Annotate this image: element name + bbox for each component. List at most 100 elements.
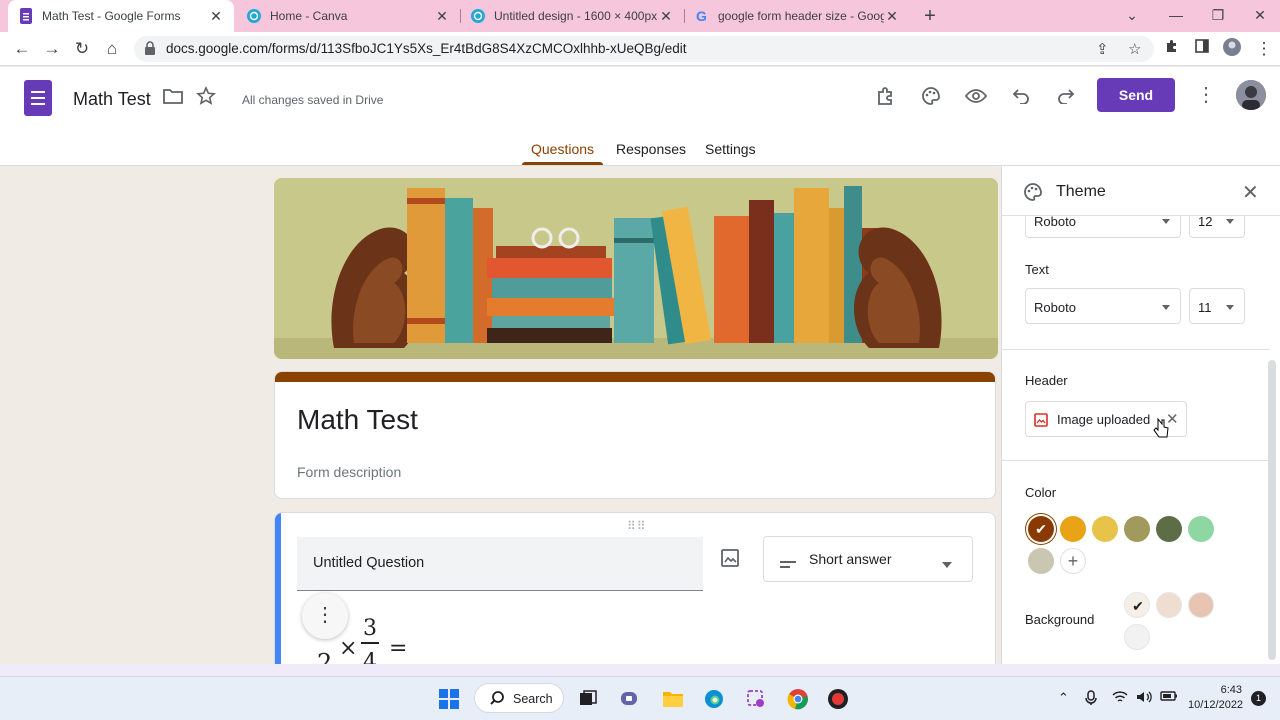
header-font-value: Roboto xyxy=(1034,214,1076,229)
forms-header: Math Test All changes saved in Drive Sen… xyxy=(0,67,1280,166)
color-swatch[interactable] xyxy=(1028,548,1054,574)
tab-title: Home - Canva xyxy=(270,9,348,23)
color-section-label: Color xyxy=(1025,485,1057,500)
tab-close-icon[interactable]: ✕ xyxy=(434,8,450,25)
forward-arrow-icon[interactable]: → xyxy=(40,37,64,61)
omnibox[interactable]: docs.google.com/forms/d/113SfboJC1Ys5Xs_… xyxy=(134,36,1154,62)
text-style-label: Text xyxy=(1025,262,1049,277)
background-swatch[interactable] xyxy=(1188,592,1214,618)
background-swatch[interactable]: ✔ xyxy=(1124,592,1150,618)
header-image-chip-label: Image uploaded xyxy=(1057,412,1151,427)
color-swatch[interactable] xyxy=(1188,516,1214,542)
question-type-label: Short answer xyxy=(809,551,892,567)
browser-profile-avatar[interactable] xyxy=(1220,37,1244,61)
file-explorer-icon[interactable] xyxy=(661,687,685,711)
share-icon[interactable]: ⇪ xyxy=(1096,40,1109,58)
clock-date: 10/12/2022 xyxy=(1188,699,1244,711)
customize-theme-palette-icon[interactable] xyxy=(919,84,943,108)
bookmark-star-icon[interactable]: ☆ xyxy=(1128,40,1141,58)
restore-button[interactable]: ❐ xyxy=(1198,0,1238,32)
tab-math-test-forms[interactable]: Math Test - Google Forms ✕ xyxy=(8,0,234,32)
star-icon[interactable] xyxy=(194,84,218,108)
form-editor-canvas: Math Test Form description ⠿⠿ Untitled Q… xyxy=(0,166,1001,664)
notification-count-badge[interactable]: 1 xyxy=(1251,691,1266,706)
undo-icon[interactable] xyxy=(1009,84,1033,108)
google-forms-logo-icon[interactable] xyxy=(24,80,52,116)
selected-check-icon: ✔ xyxy=(1035,521,1047,537)
header-image[interactable] xyxy=(274,178,998,359)
avatar[interactable] xyxy=(1236,80,1266,110)
document-title[interactable]: Math Test xyxy=(73,89,151,110)
preview-eye-icon[interactable] xyxy=(964,84,988,108)
selected-check-icon: ✔ xyxy=(1132,598,1144,614)
volume-icon[interactable] xyxy=(1136,690,1152,707)
tab-responses[interactable]: Responses xyxy=(616,141,686,157)
question-title-field[interactable]: Untitled Question xyxy=(297,537,703,591)
send-button[interactable]: Send xyxy=(1097,78,1175,112)
close-theme-panel-icon[interactable]: ✕ xyxy=(1242,180,1259,205)
image-icon xyxy=(1034,413,1048,432)
theme-panel-scrollbar[interactable] xyxy=(1268,360,1276,660)
background-swatch[interactable] xyxy=(1124,624,1150,650)
color-swatch[interactable]: ✔ xyxy=(1028,516,1054,542)
taskbar-search[interactable]: Search xyxy=(474,683,564,713)
tab-canva-home[interactable]: Home - Canva ✕ xyxy=(236,0,460,32)
redo-icon[interactable] xyxy=(1054,84,1078,108)
drag-handle-icon[interactable]: ⠿⠿ xyxy=(627,519,647,533)
screen-recorder-icon[interactable] xyxy=(826,687,850,711)
browser-menu-icon[interactable]: ⋮ xyxy=(1252,37,1276,61)
windows-start-icon[interactable] xyxy=(437,687,461,711)
question-type-dropdown[interactable]: Short answer xyxy=(763,536,973,582)
move-folder-icon[interactable] xyxy=(161,84,185,108)
math-equals: = xyxy=(389,636,407,661)
microphone-icon[interactable] xyxy=(1085,690,1097,709)
close-window-button[interactable]: ✕ xyxy=(1240,0,1280,32)
chrome-browser-icon[interactable] xyxy=(786,687,810,711)
wifi-icon[interactable] xyxy=(1112,690,1128,707)
add-custom-color-button[interactable]: + xyxy=(1060,548,1086,574)
show-hidden-icons-chevron-icon[interactable]: ⌃ xyxy=(1058,690,1069,706)
color-swatch[interactable] xyxy=(1124,516,1150,542)
theme-accent-bar xyxy=(275,372,995,382)
teams-chat-icon[interactable] xyxy=(619,687,643,711)
question-card[interactable]: ⠿⠿ Untitled Question Short answer 2 × 3 … xyxy=(274,512,996,664)
color-swatch[interactable] xyxy=(1092,516,1118,542)
color-swatch[interactable] xyxy=(1060,516,1086,542)
text-font-select[interactable]: Roboto xyxy=(1025,288,1181,324)
tab-close-icon[interactable]: ✕ xyxy=(884,8,900,25)
tab-settings[interactable]: Settings xyxy=(705,141,756,157)
edge-browser-icon[interactable] xyxy=(702,687,726,711)
battery-icon[interactable] xyxy=(1160,690,1178,705)
active-tab-indicator xyxy=(522,162,603,165)
task-view-icon[interactable] xyxy=(576,687,600,711)
text-size-select[interactable]: 11 xyxy=(1189,288,1245,324)
save-status: All changes saved in Drive xyxy=(242,93,384,107)
tab-google-search[interactable]: G google form header size - Googl ✕ xyxy=(684,0,910,32)
addons-puzzle-icon[interactable] xyxy=(874,84,898,108)
system-clock[interactable]: 6:43 10/12/2022 xyxy=(1188,683,1244,713)
active-question-indicator xyxy=(275,513,281,664)
background-swatch[interactable] xyxy=(1156,592,1182,618)
form-title-input[interactable]: Math Test xyxy=(297,404,418,436)
color-swatch[interactable] xyxy=(1156,516,1182,542)
tab-search-chevron-icon[interactable]: ⌄ xyxy=(1112,0,1152,32)
back-arrow-icon[interactable]: ← xyxy=(10,37,34,61)
more-options-icon[interactable]: ⋮ xyxy=(1196,84,1216,108)
tab-close-icon[interactable]: ✕ xyxy=(208,8,224,25)
snipping-tool-icon[interactable] xyxy=(744,687,768,711)
add-image-icon[interactable] xyxy=(721,549,739,572)
math-operator: × xyxy=(339,636,357,661)
more-vert-fab-icon[interactable]: ⋮ xyxy=(302,593,348,639)
side-panel-icon[interactable] xyxy=(1190,37,1214,61)
tab-close-icon[interactable]: ✕ xyxy=(658,8,674,25)
reload-icon[interactable]: ↻ xyxy=(70,37,94,61)
dropdown-arrow-icon xyxy=(942,555,952,573)
extensions-puzzle-icon[interactable] xyxy=(1160,37,1184,61)
new-tab-button[interactable]: + xyxy=(918,4,942,28)
minimize-button[interactable]: — xyxy=(1156,0,1196,32)
form-title-card: Math Test Form description xyxy=(274,371,996,499)
form-description-input[interactable]: Form description xyxy=(297,464,401,480)
tab-untitled-design[interactable]: Untitled design - 1600 × 400px ✕ xyxy=(460,0,684,32)
home-icon[interactable]: ⌂ xyxy=(100,37,124,61)
tab-questions[interactable]: Questions xyxy=(531,141,594,157)
